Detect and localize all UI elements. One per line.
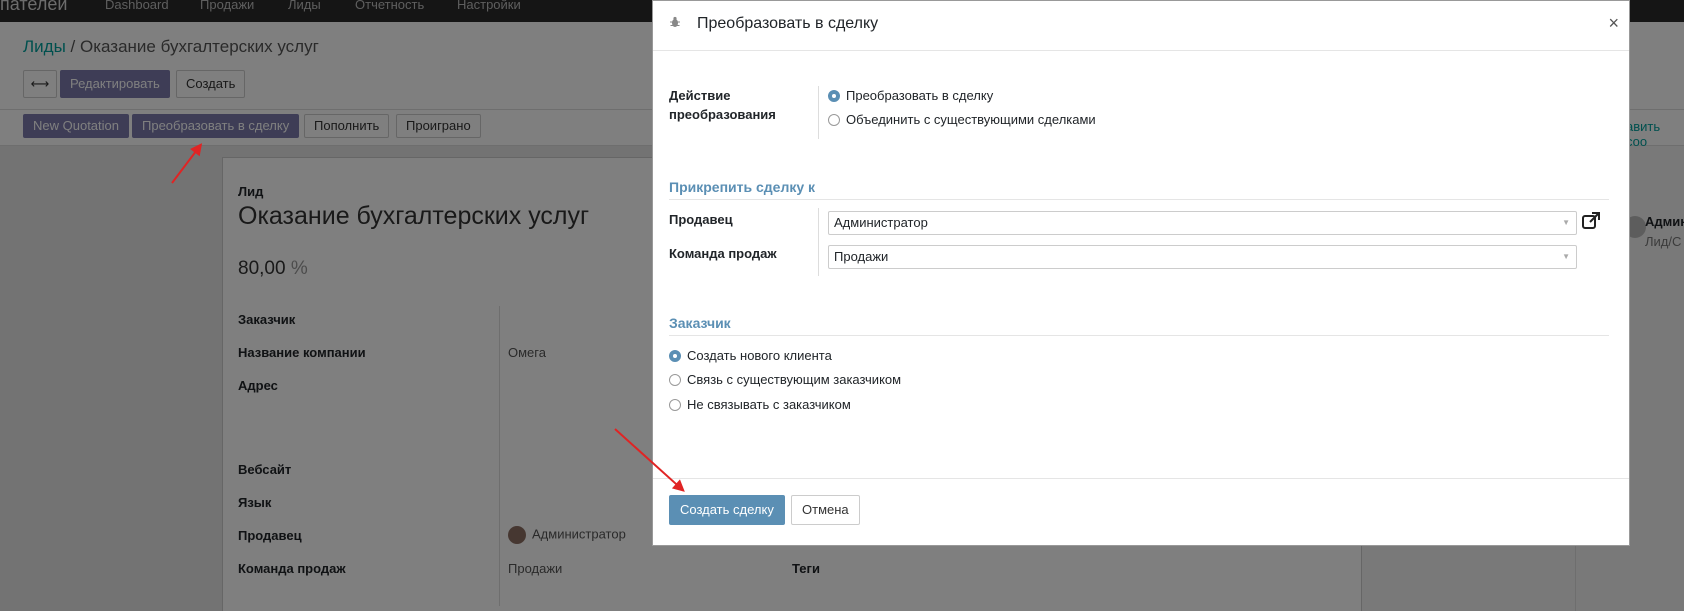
customer-section-title: Заказчик — [669, 315, 731, 331]
convert-dialog: Преобразовать в сделку × Действие преобр… — [652, 0, 1630, 546]
team-select-value: Продажи — [834, 249, 889, 264]
bug-icon — [669, 15, 681, 31]
customer-option-none-label: Не связывать с заказчиком — [687, 397, 851, 412]
action-option-merge-label: Объединить с существующими сделками — [846, 112, 1096, 127]
team-select[interactable]: Продажи ▼ — [828, 245, 1577, 269]
radio-empty-icon — [669, 398, 681, 411]
dialog-footer: Создать сделку Отмена — [653, 478, 1629, 547]
salesperson-select-value: Администратор — [834, 215, 928, 230]
dialog-title: Преобразовать в сделку — [697, 15, 879, 32]
action-option-merge[interactable]: Объединить с существующими сделками — [828, 112, 1096, 127]
section-divider — [669, 199, 1609, 200]
chevron-down-icon: ▼ — [1562, 252, 1570, 261]
chevron-down-icon: ▼ — [1562, 218, 1570, 227]
customer-option-create[interactable]: Создать нового клиента — [669, 348, 832, 363]
close-icon[interactable]: × — [1608, 13, 1619, 34]
dialog-header: Преобразовать в сделку × — [653, 1, 1629, 51]
salesperson-label: Продавец — [669, 212, 733, 227]
customer-option-link[interactable]: Связь с существующим заказчиком — [669, 372, 901, 387]
radio-empty-icon — [828, 113, 840, 126]
action-option-convert-label: Преобразовать в сделку — [846, 88, 994, 103]
action-option-convert[interactable]: Преобразовать в сделку — [828, 88, 993, 103]
action-label: Действие преобразования — [669, 88, 776, 122]
team-label: Команда продаж — [669, 246, 777, 261]
field-divider — [818, 208, 819, 276]
external-link-icon[interactable] — [1581, 211, 1601, 231]
customer-option-link-label: Связь с существующим заказчиком — [687, 372, 902, 387]
section-divider — [669, 335, 1609, 336]
field-divider — [818, 86, 819, 139]
customer-option-create-label: Создать нового клиента — [687, 348, 832, 363]
cancel-button[interactable]: Отмена — [791, 495, 860, 525]
attach-section-title: Прикрепить сделку к — [669, 179, 816, 195]
create-opportunity-button[interactable]: Создать сделку — [669, 495, 785, 525]
radio-empty-icon — [669, 373, 681, 386]
customer-option-none[interactable]: Не связывать с заказчиком — [669, 397, 851, 412]
radio-selected-icon — [669, 349, 681, 362]
radio-selected-icon — [828, 89, 840, 102]
salesperson-select[interactable]: Администратор ▼ — [828, 211, 1577, 235]
